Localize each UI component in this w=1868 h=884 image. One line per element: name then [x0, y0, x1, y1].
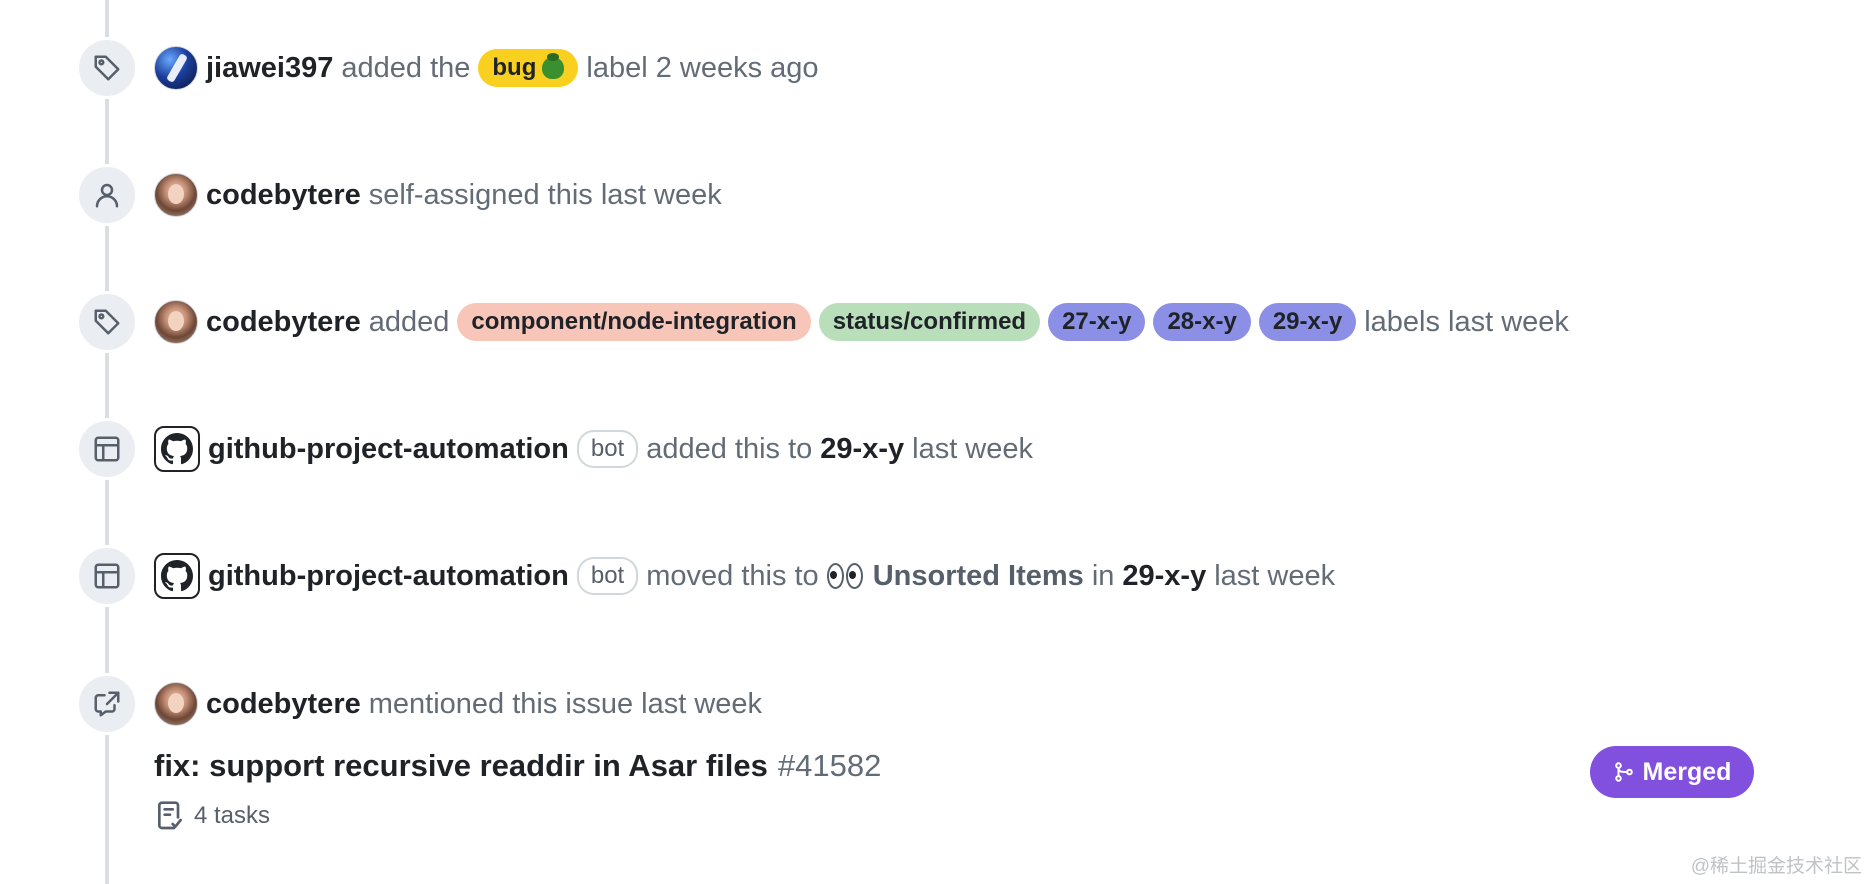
table-icon: [76, 418, 138, 480]
actor-link[interactable]: jiawei397: [206, 52, 333, 85]
avatar[interactable]: [154, 46, 198, 90]
label-status[interactable]: status/confirmed: [818, 303, 1041, 341]
project-link[interactable]: 29-x-y: [1122, 560, 1206, 593]
person-icon: [76, 164, 138, 226]
tasks-summary: 4 tasks: [154, 800, 270, 832]
event-text: added this to: [646, 432, 813, 465]
label-component[interactable]: component/node-integration: [457, 303, 811, 341]
actor-link[interactable]: codebytere: [206, 179, 361, 212]
timeline-event-labels-added: codebytere added component/node-integrat…: [0, 291, 1868, 353]
avatar[interactable]: [154, 300, 198, 344]
pr-title[interactable]: fix: support recursive readdir in Asar f…: [154, 748, 768, 784]
label-version[interactable]: 29-x-y: [1258, 303, 1357, 341]
event-text: last week: [912, 432, 1034, 465]
timeline-event-mentioned: codebytere mentioned this issue last wee…: [0, 673, 1868, 735]
merged-label: Merged: [1642, 757, 1732, 786]
timeline-event-self-assigned: codebytere self-assigned this last week: [0, 164, 1868, 226]
tasks-count: 4 tasks: [194, 802, 271, 829]
avatar[interactable]: [154, 426, 200, 472]
actor-link[interactable]: github-project-automation: [208, 433, 569, 466]
event-text: mentioned this issue last week: [368, 687, 763, 720]
event-text: added: [368, 305, 450, 338]
timeline-event-label-added: jiawei397 added the bug label 2 weeks ag…: [0, 37, 1868, 99]
label-bug[interactable]: bug: [478, 49, 579, 87]
github-icon: [161, 560, 193, 592]
git-merge-icon: [1614, 762, 1633, 782]
event-text: self-assigned this last week: [368, 178, 722, 211]
cross-reference-icon: [76, 673, 138, 735]
actor-link[interactable]: codebytere: [206, 688, 361, 721]
watermark: @稀土掘金技术社区: [1690, 856, 1862, 877]
bot-badge: bot: [576, 557, 639, 595]
tag-icon: [76, 291, 138, 353]
bot-badge: bot: [576, 430, 639, 468]
event-text: labels last week: [1364, 305, 1569, 338]
project-column: Unsorted Items: [872, 559, 1084, 592]
event-text: moved this to: [646, 559, 819, 592]
avatar[interactable]: [154, 173, 198, 217]
event-text: in: [1091, 559, 1115, 592]
event-text: label 2 weeks ago: [586, 51, 819, 84]
checklist-icon: [158, 801, 182, 830]
actor-link[interactable]: codebytere: [206, 306, 361, 339]
referenced-pull-request[interactable]: fix: support recursive readdir in Asar f…: [154, 748, 881, 784]
tag-icon: [76, 37, 138, 99]
event-text: last week: [1214, 559, 1336, 592]
github-icon: [161, 433, 193, 465]
event-text: added the: [341, 51, 471, 84]
merged-status-badge[interactable]: Merged: [1590, 746, 1754, 798]
avatar[interactable]: [154, 553, 200, 599]
actor-link[interactable]: github-project-automation: [208, 560, 569, 593]
avatar[interactable]: [154, 682, 198, 726]
label-version[interactable]: 28-x-y: [1153, 303, 1251, 341]
project-link[interactable]: 29-x-y: [820, 433, 904, 466]
eyes-icon: [826, 563, 865, 589]
label-version[interactable]: 27-x-y: [1048, 303, 1146, 341]
timeline-event-added-to-project: github-project-automation bot added this…: [0, 418, 1868, 480]
table-icon: [76, 545, 138, 607]
timeline-event-moved-in-project: github-project-automation bot moved this…: [0, 545, 1868, 607]
label-text: bug: [492, 54, 537, 81]
bug-icon: [542, 53, 565, 79]
pr-number[interactable]: #41582: [778, 748, 881, 784]
